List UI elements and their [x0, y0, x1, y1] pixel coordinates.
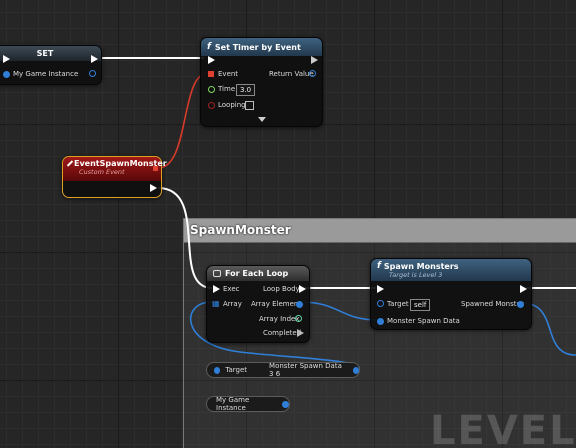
spawn-target-pin[interactable] — [377, 300, 384, 307]
timer-time-input[interactable]: 3.0 — [236, 84, 256, 96]
spawn-target-input[interactable]: self — [410, 299, 431, 311]
set-timer-by-event-node[interactable]: f Set Timer by Event Event Return Value … — [200, 37, 323, 127]
blueprint-graph-canvas[interactable]: SpawnMonster LEVEL B SET My Game Instanc… — [0, 0, 576, 448]
monster-spawn-data-getter[interactable]: Target Monster Spawn Data 3 6 — [206, 362, 360, 378]
event-node-subtitle: Custom Event — [79, 168, 125, 176]
timer-node-header: f Set Timer by Event — [201, 38, 322, 56]
spawn-data-label: Monster Spawn Data — [387, 317, 460, 325]
level-watermark: LEVEL B — [430, 408, 576, 448]
timer-event-label: Event — [218, 70, 239, 78]
spawn-data-pin[interactable] — [377, 318, 384, 325]
loop-icon — [213, 270, 221, 277]
foreach-completed-label: Completed — [263, 329, 302, 337]
spawn-node-subtitle: Target is Level 3 — [389, 271, 443, 279]
set-exec-in-pin[interactable] — [3, 55, 10, 63]
timer-return-label: Return Value — [269, 70, 314, 78]
array-grid-icon[interactable]: ▦ — [212, 299, 220, 308]
foreach-exec-label: Exec — [223, 285, 240, 293]
spawn-spawned-pin[interactable] — [517, 301, 524, 308]
foreach-loop-body-pin[interactable] — [299, 285, 306, 293]
spawn-exec-in-pin[interactable] — [377, 285, 384, 293]
instance-out-pin[interactable] — [282, 400, 289, 408]
foreach-node-title: For Each Loop — [225, 269, 289, 278]
getter-target-pin[interactable] — [214, 366, 221, 374]
foreach-array-index-label: Array Index — [259, 315, 300, 323]
function-icon: f — [377, 261, 381, 271]
instance-label: My Game Instance — [216, 396, 250, 412]
event-exec-out-pin[interactable] — [150, 184, 157, 192]
set-node-header: SET — [0, 46, 101, 61]
event-diamond-icon — [66, 160, 74, 167]
spawn-node-header: f Spawn Monsters Target is Level 3 — [371, 259, 531, 281]
spawn-exec-out-pin[interactable] — [520, 285, 527, 293]
timer-exec-out-pin[interactable] — [311, 56, 318, 64]
timer-looping-label: Looping — [218, 101, 246, 109]
getter-value-label: Monster Spawn Data 3 6 — [269, 362, 342, 378]
timer-time-pin[interactable] — [208, 86, 215, 93]
timer-event-delegate-pin[interactable] — [208, 71, 214, 77]
foreach-completed-pin[interactable] — [297, 329, 304, 337]
foreach-node-header: For Each Loop — [207, 266, 309, 281]
spawn-node-title: Spawn Monsters — [383, 261, 459, 271]
foreach-exec-in-pin[interactable] — [213, 285, 220, 293]
foreach-array-index-pin[interactable] — [295, 315, 302, 322]
chevron-down-icon[interactable] — [258, 117, 266, 122]
getter-out-pin[interactable] — [352, 366, 359, 374]
foreach-array-element-pin[interactable] — [296, 301, 303, 308]
set-pin-label: My Game Instance — [13, 70, 79, 78]
for-each-loop-node[interactable]: For Each Loop Exec Loop Body ▦ Array Arr… — [206, 265, 310, 343]
foreach-array-label: Array — [223, 300, 242, 308]
event-spawn-monster-node[interactable]: EventSpawnMonster Custom Event — [62, 156, 167, 198]
timer-exec-in-pin[interactable] — [208, 56, 215, 64]
set-value-in-pin[interactable] — [3, 71, 10, 78]
event-node-header: EventSpawnMonster Custom Event — [63, 157, 167, 181]
function-icon: f — [207, 42, 211, 52]
timer-time-label: Time — [218, 85, 236, 93]
comment-title[interactable]: SpawnMonster — [184, 219, 576, 243]
foreach-array-element-label: Array Element — [251, 300, 302, 308]
spawn-spawned-label: Spawned Monster — [461, 300, 524, 308]
timer-node-title: Set Timer by Event — [214, 42, 301, 52]
spawn-monsters-node[interactable]: f Spawn Monsters Target is Level 3 Targe… — [370, 258, 532, 330]
timer-looping-pin[interactable] — [208, 102, 215, 109]
spawn-target-label: Target — [387, 300, 409, 308]
foreach-loop-body-label: Loop Body — [263, 285, 300, 293]
set-exec-out-pin[interactable] — [91, 55, 98, 63]
set-node[interactable]: SET My Game Instance — [0, 45, 102, 85]
set-value-out-pin[interactable] — [89, 70, 96, 77]
timer-return-pin[interactable] — [309, 70, 316, 77]
timer-looping-checkbox[interactable] — [245, 101, 254, 110]
event-delegate-out-pin[interactable] — [153, 166, 158, 171]
my-game-instance-getter[interactable]: My Game Instance — [206, 396, 290, 412]
set-node-title: SET — [36, 49, 54, 58]
getter-target-label: Target — [225, 366, 248, 374]
